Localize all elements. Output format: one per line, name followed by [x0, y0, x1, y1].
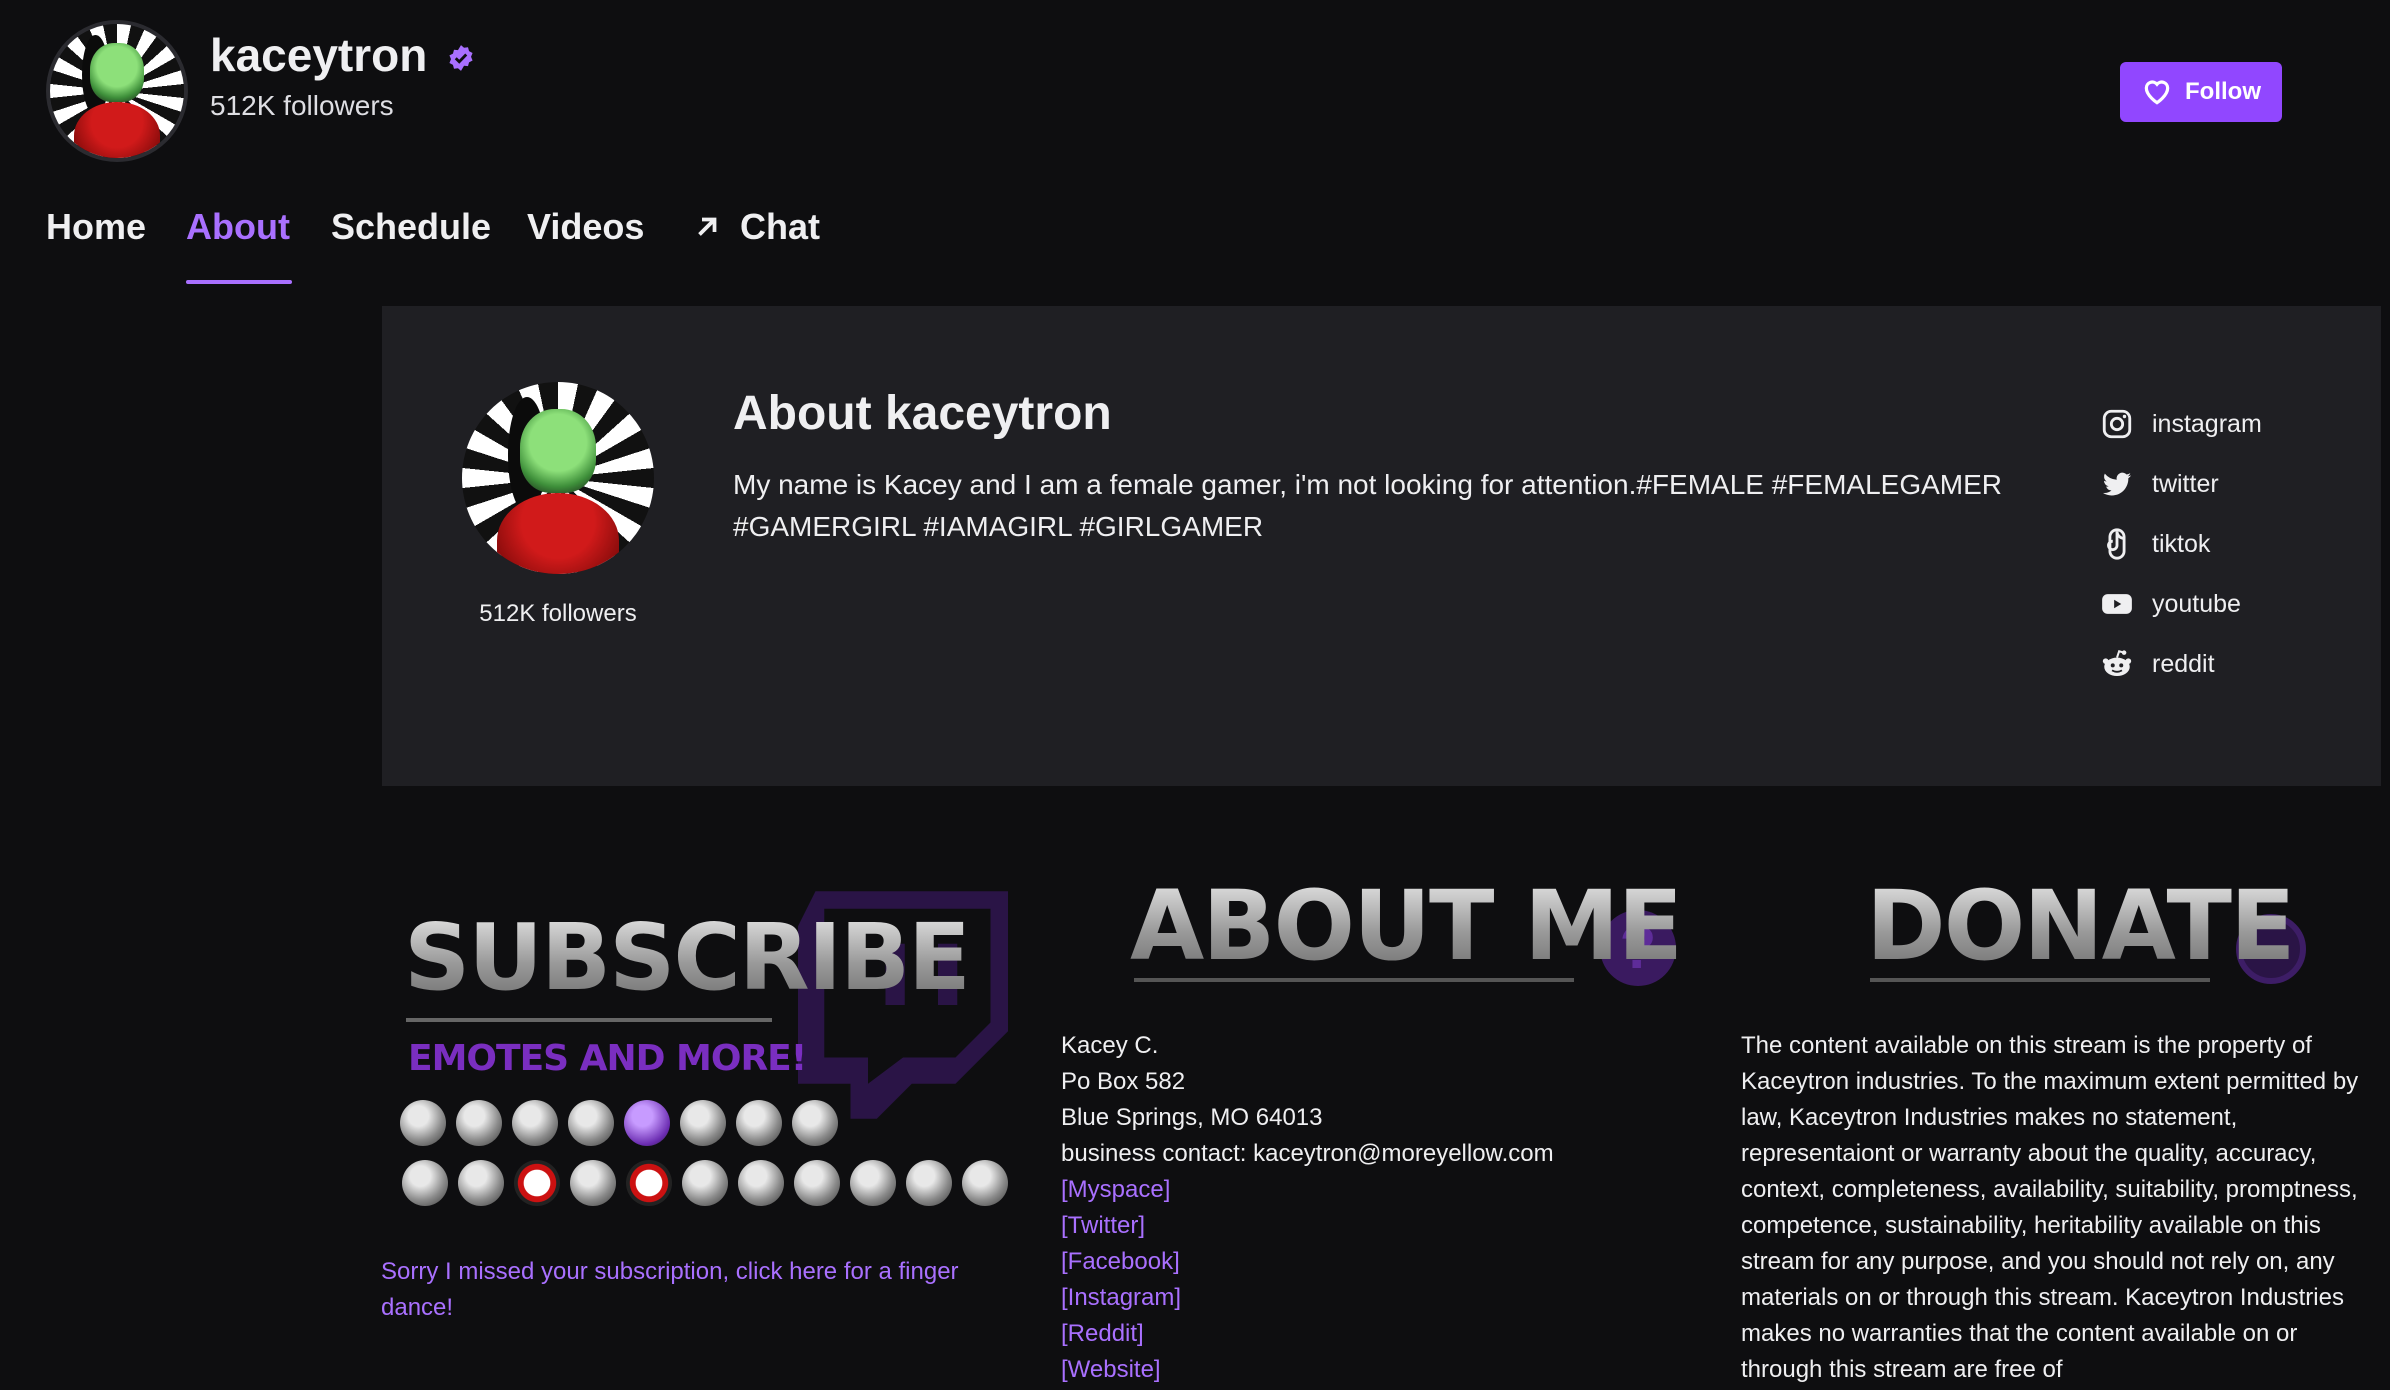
social-label: twitter	[2152, 469, 2219, 498]
emote-icon	[794, 1160, 840, 1206]
social-label: tiktok	[2152, 529, 2211, 558]
emote-icon	[400, 1100, 446, 1146]
tab-about[interactable]: About	[186, 206, 290, 248]
about-me-line: Po Box 582	[1061, 1068, 1186, 1095]
youtube-icon	[2102, 594, 2132, 614]
instagram-icon	[2102, 409, 2132, 439]
tab-schedule[interactable]: Schedule	[331, 206, 491, 248]
tab-videos[interactable]: Videos	[527, 206, 644, 248]
social-link-youtube[interactable]: youtube	[2100, 584, 2262, 624]
donate-panel-title: DONATE	[1866, 870, 2296, 982]
social-link-tiktok[interactable]: tiktok	[2100, 524, 2262, 564]
social-link-instagram[interactable]: instagram	[2100, 404, 2262, 444]
about-description: My name is Kacey and I am a female gamer…	[733, 469, 2002, 542]
social-label: instagram	[2152, 409, 2262, 438]
emote-icon	[512, 1100, 558, 1146]
active-tab-indicator	[186, 280, 292, 284]
social-link-twitter[interactable]: twitter	[2100, 464, 2262, 504]
about-me-line: Kacey C.	[1061, 1032, 1159, 1059]
tab-chat[interactable]: Chat	[692, 206, 820, 248]
donate-disclaimer-text: The content available on this stream is …	[1741, 1032, 2359, 1383]
emote-icon	[906, 1160, 952, 1206]
emote-icon	[402, 1160, 448, 1206]
emote-icon	[738, 1160, 784, 1206]
about-follower-count: 512K followers	[479, 600, 637, 627]
emote-icon	[626, 1160, 672, 1206]
emote-icon	[850, 1160, 896, 1206]
external-arrow-icon	[698, 217, 717, 236]
channel-name[interactable]: kaceytron	[210, 28, 427, 82]
about-me-panel-image: ? ABOUT ME	[1130, 870, 1690, 1000]
link-website[interactable]: [Website]	[1061, 1352, 1554, 1388]
tab-chat-label: Chat	[740, 206, 820, 247]
emote-icon	[792, 1100, 838, 1146]
finger-dance-link[interactable]: Sorry I missed your subscription, click …	[381, 1254, 1001, 1326]
link-myspace[interactable]: [Myspace]	[1061, 1172, 1554, 1208]
subscribe-panel-subtitle: EMOTES AND MORE!	[408, 1038, 807, 1079]
about-me-line: Blue Springs, MO 64013	[1061, 1104, 1323, 1131]
emote-icon	[682, 1160, 728, 1206]
about-title: About kaceytron	[733, 387, 1112, 440]
about-me-text: Kacey C. Po Box 582 Blue Springs, MO 640…	[1061, 1028, 1554, 1388]
social-label: reddit	[2152, 649, 2215, 678]
divider	[406, 1018, 772, 1022]
emote-icon	[568, 1100, 614, 1146]
social-link-reddit[interactable]: reddit	[2100, 644, 2262, 684]
emote-row	[402, 1160, 1008, 1206]
donate-panel-image[interactable]: DONATE	[1866, 870, 2316, 1000]
channel-avatar[interactable]	[46, 20, 188, 162]
link-instagram[interactable]: [Instagram]	[1061, 1280, 1554, 1316]
emote-row	[400, 1100, 838, 1146]
subscribe-panel-image[interactable]: SUBSCRIBE EMOTES AND MORE!	[400, 890, 1010, 1220]
emote-icon	[456, 1100, 502, 1146]
follower-count: 512K followers	[210, 90, 394, 121]
emote-icon	[962, 1160, 1008, 1206]
about-avatar	[462, 382, 654, 574]
emote-icon	[514, 1160, 560, 1206]
twitter-icon	[2102, 472, 2132, 496]
link-twitter[interactable]: [Twitter]	[1061, 1208, 1554, 1244]
about-me-panel-title: ABOUT ME	[1130, 870, 1683, 982]
verified-badge-icon	[449, 45, 473, 71]
social-links: instagram twitter tiktok youtube reddit	[2100, 404, 2262, 704]
emote-icon	[458, 1160, 504, 1206]
subscribe-panel-title: SUBSCRIBE	[404, 904, 971, 1011]
social-label: youtube	[2152, 589, 2241, 618]
tiktok-icon	[2107, 528, 2126, 560]
follow-button[interactable]: Follow	[2120, 62, 2282, 122]
reddit-icon	[2102, 650, 2132, 677]
about-me-line: business contact: kaceytron@moreyellow.c…	[1061, 1140, 1554, 1167]
link-facebook[interactable]: [Facebook]	[1061, 1244, 1554, 1280]
tab-home[interactable]: Home	[46, 206, 146, 248]
emote-icon	[624, 1100, 670, 1146]
emote-icon	[570, 1160, 616, 1206]
divider	[1870, 978, 2210, 982]
emote-icon	[736, 1100, 782, 1146]
emote-icon	[680, 1100, 726, 1146]
link-reddit[interactable]: [Reddit]	[1061, 1316, 1554, 1352]
follow-button-label: Follow	[2185, 78, 2261, 105]
divider	[1134, 978, 1574, 982]
heart-icon	[2144, 80, 2170, 105]
